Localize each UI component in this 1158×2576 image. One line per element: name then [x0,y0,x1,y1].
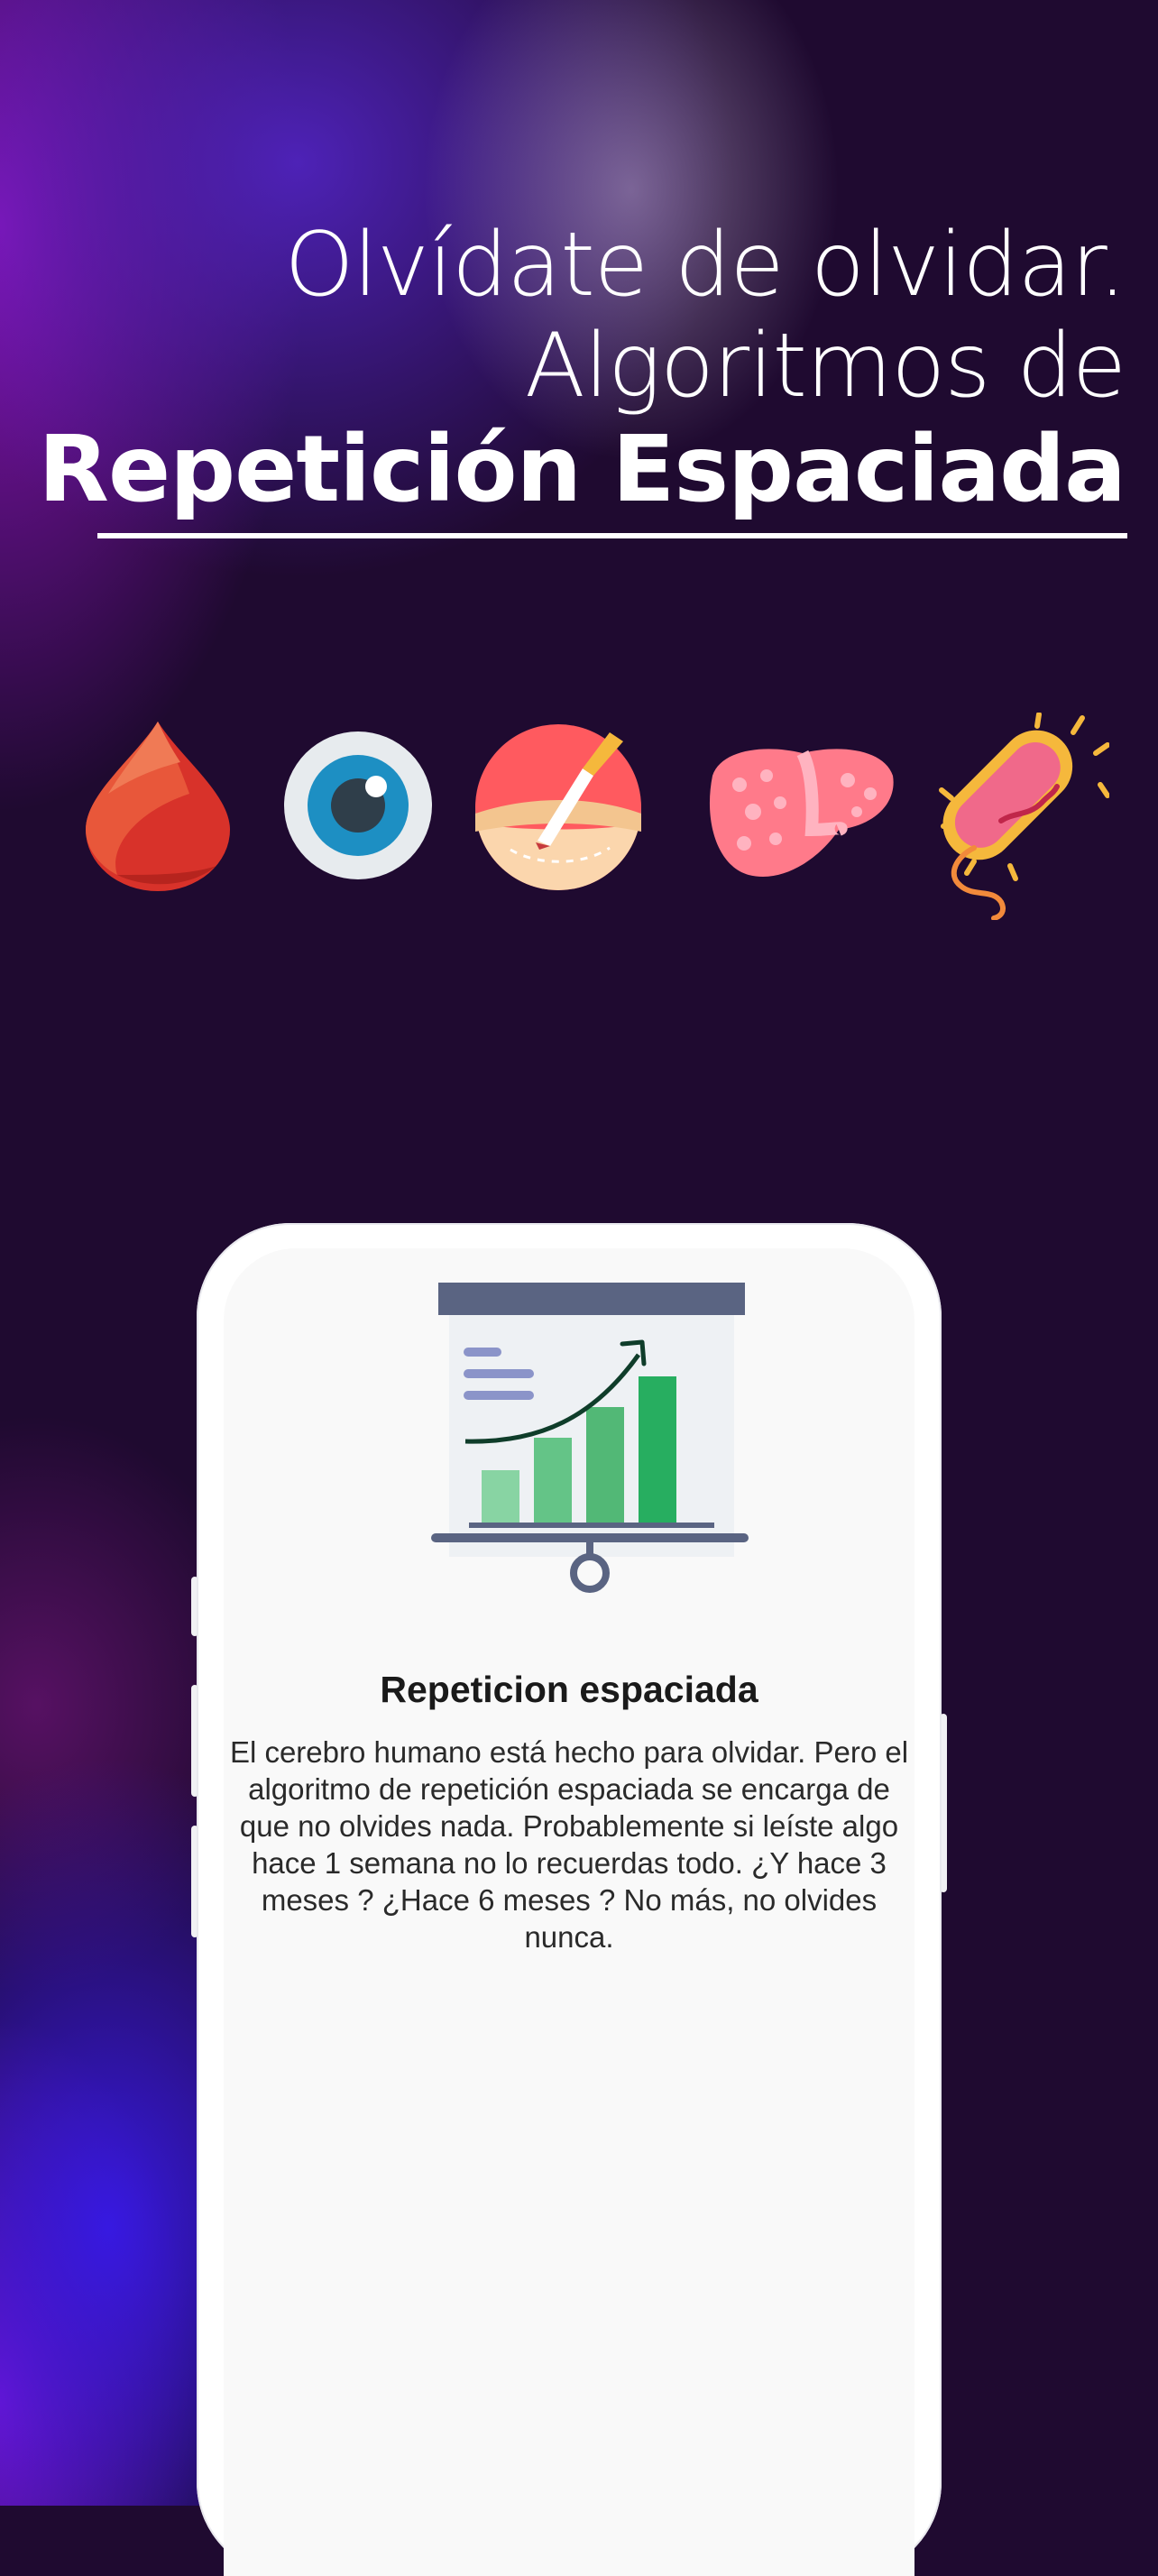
headline-underline [97,533,1127,538]
card-title: Repeticion espaciada [380,1669,758,1710]
growth-chart-presentation-icon [431,1283,749,1593]
phone-screen: Repeticion espaciada El cerebro humano e… [224,1248,914,2576]
eye-icon [284,731,432,879]
headline: Olvídate de olvidar. Algoritmos de Repet… [38,215,1126,523]
phone-mockup: Repeticion espaciada El cerebro humano e… [197,1223,942,2576]
liver-icon [709,749,894,877]
bacteria-icon [939,713,1109,920]
headline-line-2: Algoritmos de [524,315,1126,418]
headline-line-1: Olvídate de olvidar. [284,214,1126,317]
blood-drop-icon [86,722,230,891]
headline-line-3: Repetición Espaciada [38,416,1126,523]
medical-icons-row [0,713,1158,929]
card-body-text: El cerebro humano está hecho para olvida… [229,1735,909,1954]
scalpel-surgery-icon [475,724,641,890]
